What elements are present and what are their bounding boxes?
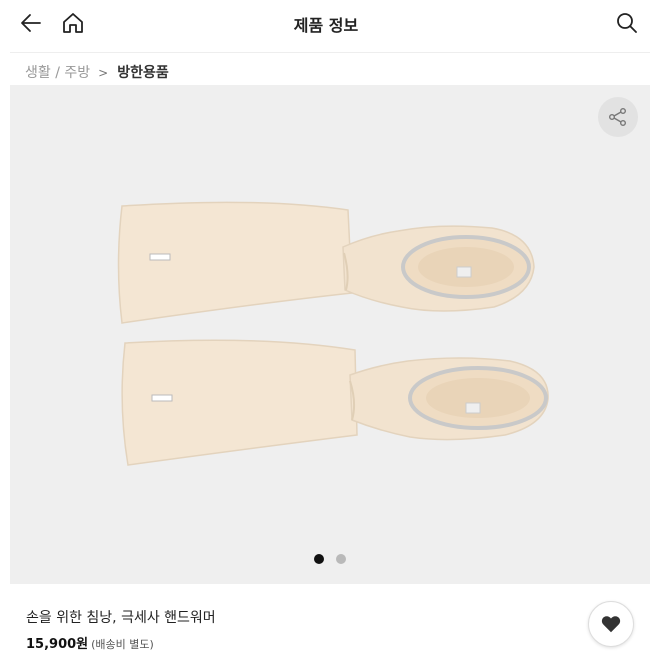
product-name: 손을 위한 침낭, 극세사 핸드워머 xyxy=(26,610,216,626)
search-icon xyxy=(617,13,637,33)
hand-warmer-upper xyxy=(117,201,535,324)
hand-warmer-lower xyxy=(121,339,549,466)
price-row: 15,900원 (배송비 별도) xyxy=(26,633,154,652)
product-image xyxy=(117,201,549,466)
wishlist-button[interactable] xyxy=(588,601,634,647)
slide-indicator xyxy=(10,549,650,568)
slide-dot-2[interactable] xyxy=(336,554,346,564)
top-navigation-bar: 제품 정보 xyxy=(0,0,652,46)
breadcrumb-separator: > xyxy=(98,66,109,80)
breadcrumb-current[interactable]: 방한용품 xyxy=(117,65,169,81)
breadcrumb-category-link[interactable]: 생활 / 주방 xyxy=(25,65,90,81)
heart-icon xyxy=(601,616,621,633)
page-title: 제품 정보 xyxy=(293,16,359,35)
shipping-note: (배송비 별도) xyxy=(91,638,154,651)
share-icon xyxy=(609,108,626,126)
slide-dot-1[interactable] xyxy=(314,554,324,564)
search-button[interactable] xyxy=(612,8,642,38)
share-button[interactable] xyxy=(598,97,638,137)
breadcrumb: 생활 / 주방 > 방한용품 xyxy=(10,52,650,86)
product-info: 손을 위한 침낭, 극세사 핸드워머 15,900원 (배송비 별도) xyxy=(10,584,650,671)
product-image-gallery[interactable] xyxy=(10,85,650,584)
product-price: 15,900원 xyxy=(26,637,89,652)
